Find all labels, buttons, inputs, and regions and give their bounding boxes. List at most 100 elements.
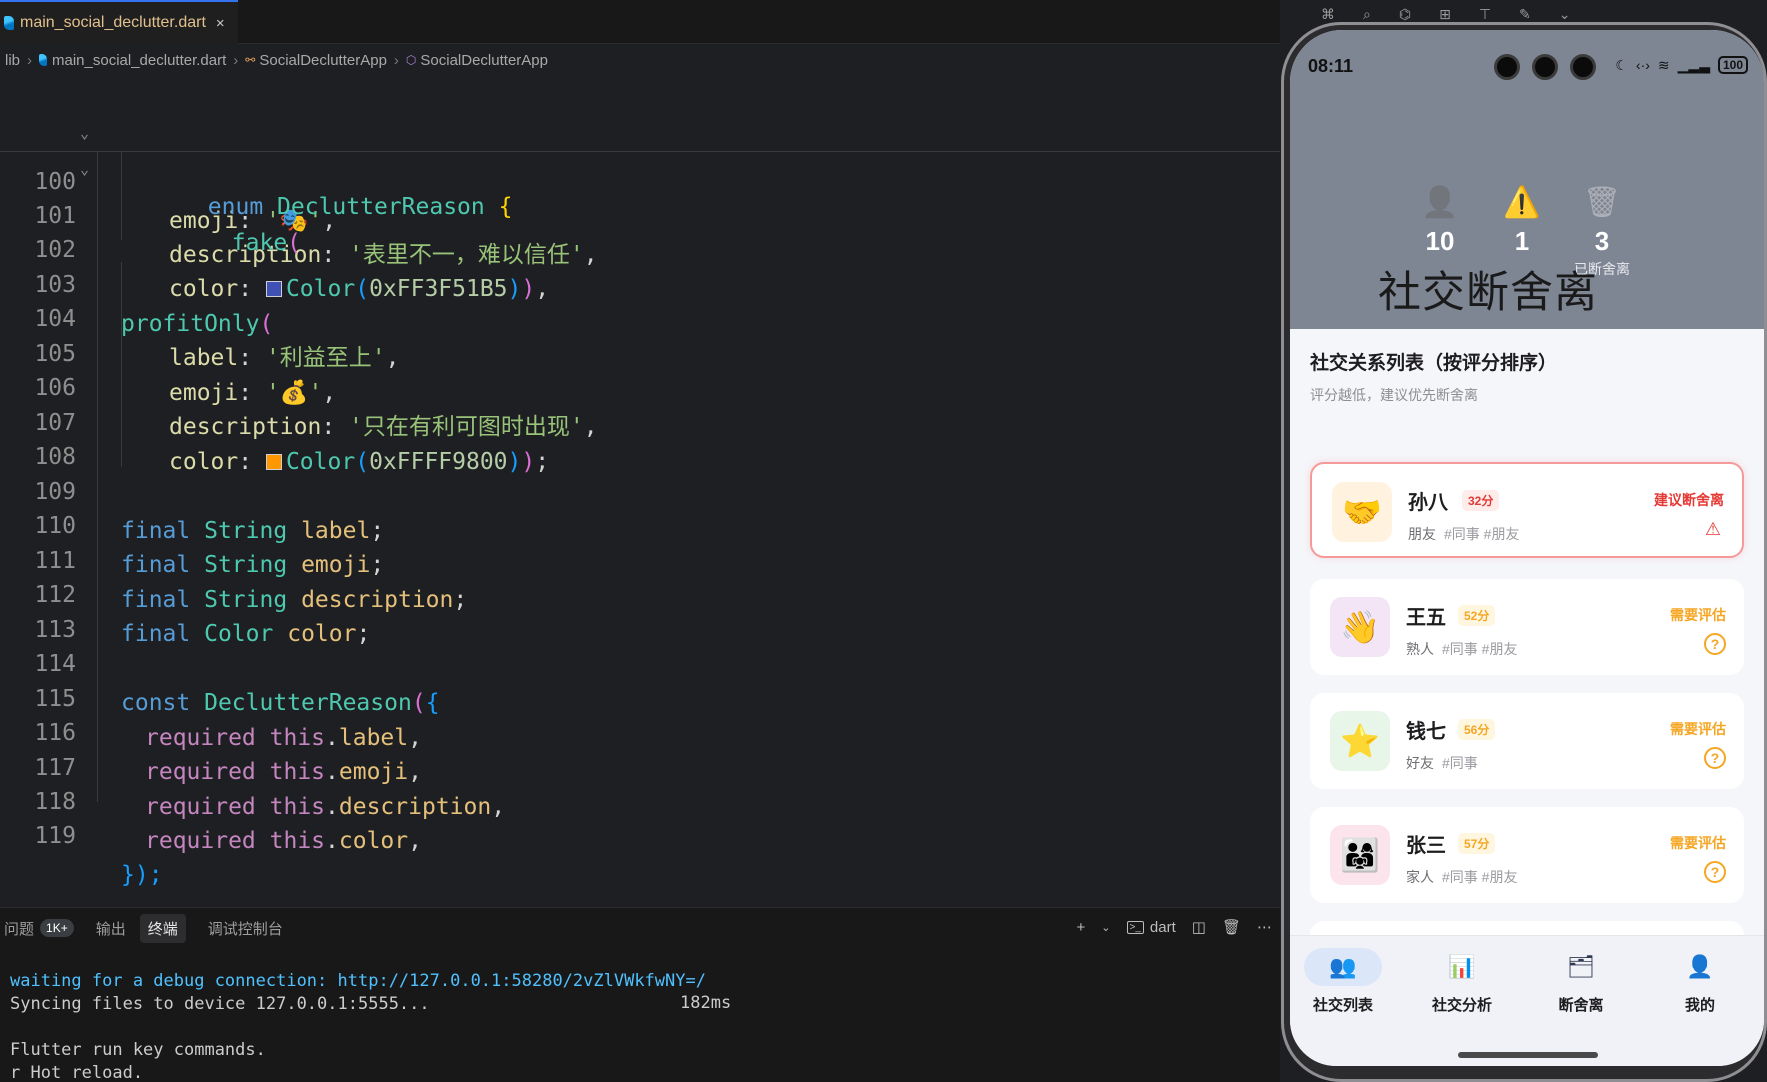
toolbar-icon[interactable]: ⌕	[1363, 6, 1371, 23]
help-icon[interactable]: ?	[1704, 747, 1726, 769]
code-line[interactable]: 108	[0, 399, 1280, 470]
terminal-line: r Hot reload.	[10, 1063, 144, 1082]
code-line[interactable]: 114 const DeclutterReason({	[0, 606, 1280, 716]
terminal-line: Syncing files to device 127.0.0.1:5555..…	[10, 994, 430, 1014]
stat-warning: ⚠️ 1	[1482, 182, 1562, 259]
nav-item-declutter[interactable]: 🗂 断舍离	[1531, 948, 1631, 1015]
nav-item-social-list[interactable]: 👥 社交列表	[1293, 948, 1393, 1015]
bottom-navigation: 👥 社交列表 📊 社交分析 🗂 断舍离 👤 我的	[1290, 935, 1764, 1066]
sticky-scroll-header[interactable]: ⌄ enum DeclutterReason { ⌄ fake(	[0, 76, 1280, 256]
terminal-shell-label[interactable]: dart	[1150, 919, 1176, 936]
tab-terminal[interactable]: 终端	[139, 913, 186, 943]
contact-meta: 好友 #同事	[1406, 753, 1478, 773]
trash-icon: 🗑	[1582, 186, 1622, 219]
breadcrumb-chevron-icon: ›	[393, 51, 399, 69]
contact-name: 王五	[1406, 607, 1446, 629]
status-icons: ☾ ‹·› ≋ ▁▂▃ 100	[1615, 56, 1748, 74]
nav-label: 社交分析	[1431, 997, 1492, 1014]
person-icon: 👤	[1421, 186, 1459, 219]
fold-chevron-icon[interactable]: ⌄	[80, 151, 89, 188]
terminal-icon: >_	[1126, 920, 1144, 934]
contact-relation: 熟人	[1406, 641, 1434, 657]
new-terminal-button[interactable]: +	[1077, 919, 1086, 936]
bottom-panel: 问题 1K+ 输出 终端 调试控制台 + ⌄ >_ dart ◫ 🗑 ⋯ wait…	[0, 907, 1280, 1082]
contact-card[interactable]: ⭐ 钱七 56分 好友 #同事 需要评估?	[1310, 693, 1744, 789]
contact-name: 钱七	[1406, 721, 1446, 743]
code-line[interactable]: 106 description: '只在有利可图时出现',	[0, 330, 1280, 440]
code-line[interactable]: 112 final Color color;	[0, 537, 1280, 647]
score-badge: 56分	[1458, 719, 1496, 740]
camera-cutout	[1494, 54, 1596, 80]
split-terminal-icon[interactable]: ◫	[1192, 918, 1206, 936]
contact-avatar: 👨‍👩‍👧	[1330, 825, 1390, 885]
code-token: fake	[231, 230, 288, 256]
breadcrumb-item-folder[interactable]: lib	[5, 52, 20, 69]
tab-close-icon[interactable]: ×	[216, 15, 225, 32]
contact-card[interactable]: 👨‍👩‍👧 张三 57分 家人 #同事 #朋友 需要评估?	[1310, 807, 1744, 903]
status-label: 需要评估	[1670, 835, 1726, 851]
status-label: 需要评估	[1670, 607, 1726, 623]
terminal-line: waiting for a debug connection: http://1…	[10, 971, 706, 991]
toolbar-icon[interactable]: ⊤	[1479, 6, 1491, 23]
toolbar-icon[interactable]: ⌬	[1399, 6, 1411, 23]
nav-item-analysis[interactable]: 📊 社交分析	[1412, 948, 1512, 1015]
home-indicator[interactable]	[1458, 1052, 1598, 1058]
breadcrumb-item-symbol[interactable]: SocialDeclutterApp	[420, 52, 548, 69]
score-badge: 57分	[1458, 833, 1496, 854]
nav-item-profile[interactable]: 👤 我的	[1650, 948, 1750, 1015]
editor-tab-bar: main_social_declutter.dart ×	[0, 0, 1280, 44]
list-title: 社交关系列表（按评分排序）	[1310, 353, 1558, 374]
help-icon[interactable]: ?	[1704, 633, 1726, 655]
contact-meta: 熟人 #同事 #朋友	[1406, 639, 1517, 659]
app-title: 社交断舍离	[1378, 268, 1598, 318]
code-token: required	[145, 828, 256, 854]
dart-file-icon	[39, 54, 48, 66]
class-symbol-icon: ⚯	[245, 53, 256, 67]
tab-output[interactable]: 输出	[96, 918, 126, 939]
toolbar-icon[interactable]: ✎	[1519, 6, 1531, 23]
stat-value: 3	[1594, 226, 1610, 256]
trash-icon[interactable]: 🗑	[1222, 918, 1241, 936]
battery-icon: 100	[1717, 56, 1748, 74]
sticky-line[interactable]: ⌄ enum DeclutterReason {	[0, 78, 512, 220]
contact-card[interactable]: 🤝 孙八 32分 朋友 #同事 #朋友 建议断舍离 ⚠	[1310, 462, 1744, 558]
warning-icon: ⚠️	[1503, 186, 1541, 219]
contact-tags: #同事 #朋友	[1442, 641, 1518, 657]
chevron-down-icon[interactable]: ⌄	[1101, 921, 1110, 934]
code-token: this	[269, 828, 326, 854]
code-token: {	[498, 194, 513, 220]
contact-avatar: 👋	[1330, 597, 1390, 657]
phone-screen[interactable]: 08:11 ☾ ‹·› ≋ ▁▂▃ 100 👤 10 ⚠️ 1 🗑 3 已断舍离…	[1290, 30, 1764, 1066]
terminal-output[interactable]: waiting for a debug connection: http://1…	[10, 970, 706, 1082]
tab-label: 问题	[4, 920, 35, 938]
breadcrumb: lib › main_social_declutter.dart › ⚯ Soc…	[0, 44, 1280, 76]
constructor-symbol-icon: ⬡	[405, 53, 417, 67]
code-editor[interactable]: main_social_declutter.dart × lib › main_…	[0, 0, 1280, 1082]
breadcrumb-item-file[interactable]: main_social_declutter.dart	[52, 52, 226, 69]
code-token: });	[121, 862, 163, 888]
sticky-line[interactable]: ⌄ fake(	[0, 114, 301, 256]
editor-tab[interactable]: main_social_declutter.dart ×	[0, 0, 238, 44]
data-arrows-icon: ‹·›	[1635, 57, 1650, 73]
score-badge: 32分	[1462, 490, 1500, 511]
contact-meta: 朋友 #同事 #朋友	[1408, 524, 1519, 544]
more-icon[interactable]: ⋯	[1257, 918, 1272, 936]
people-icon: 👥	[1304, 948, 1382, 986]
code-line[interactable]: 119 });	[0, 778, 1280, 888]
breadcrumb-chevron-icon: ›	[233, 51, 239, 69]
help-icon[interactable]: ?	[1704, 861, 1726, 883]
nav-label: 断舍离	[1558, 997, 1604, 1014]
tab-problems[interactable]: 问题 1K+	[4, 918, 74, 939]
code-line[interactable]: 116 required this.emoji,	[0, 675, 1280, 785]
code-line[interactable]: 110 final String emoji;	[0, 468, 1280, 578]
nav-label: 社交列表	[1312, 997, 1373, 1014]
tab-debug-console[interactable]: 调试控制台	[208, 918, 283, 939]
warning-icon[interactable]: ⚠	[1702, 518, 1724, 540]
contact-avatar: ⭐	[1330, 711, 1390, 771]
toolbar-icon[interactable]: ⊞	[1439, 6, 1451, 23]
toolbar-icon[interactable]: ⌘	[1321, 6, 1335, 23]
code-token: color	[338, 828, 409, 854]
breadcrumb-item-class[interactable]: SocialDeclutterApp	[259, 52, 387, 69]
toolbar-icon[interactable]: ⌄	[1559, 6, 1571, 23]
contact-card[interactable]: 👋 王五 52分 熟人 #同事 #朋友 需要评估?	[1310, 579, 1744, 675]
